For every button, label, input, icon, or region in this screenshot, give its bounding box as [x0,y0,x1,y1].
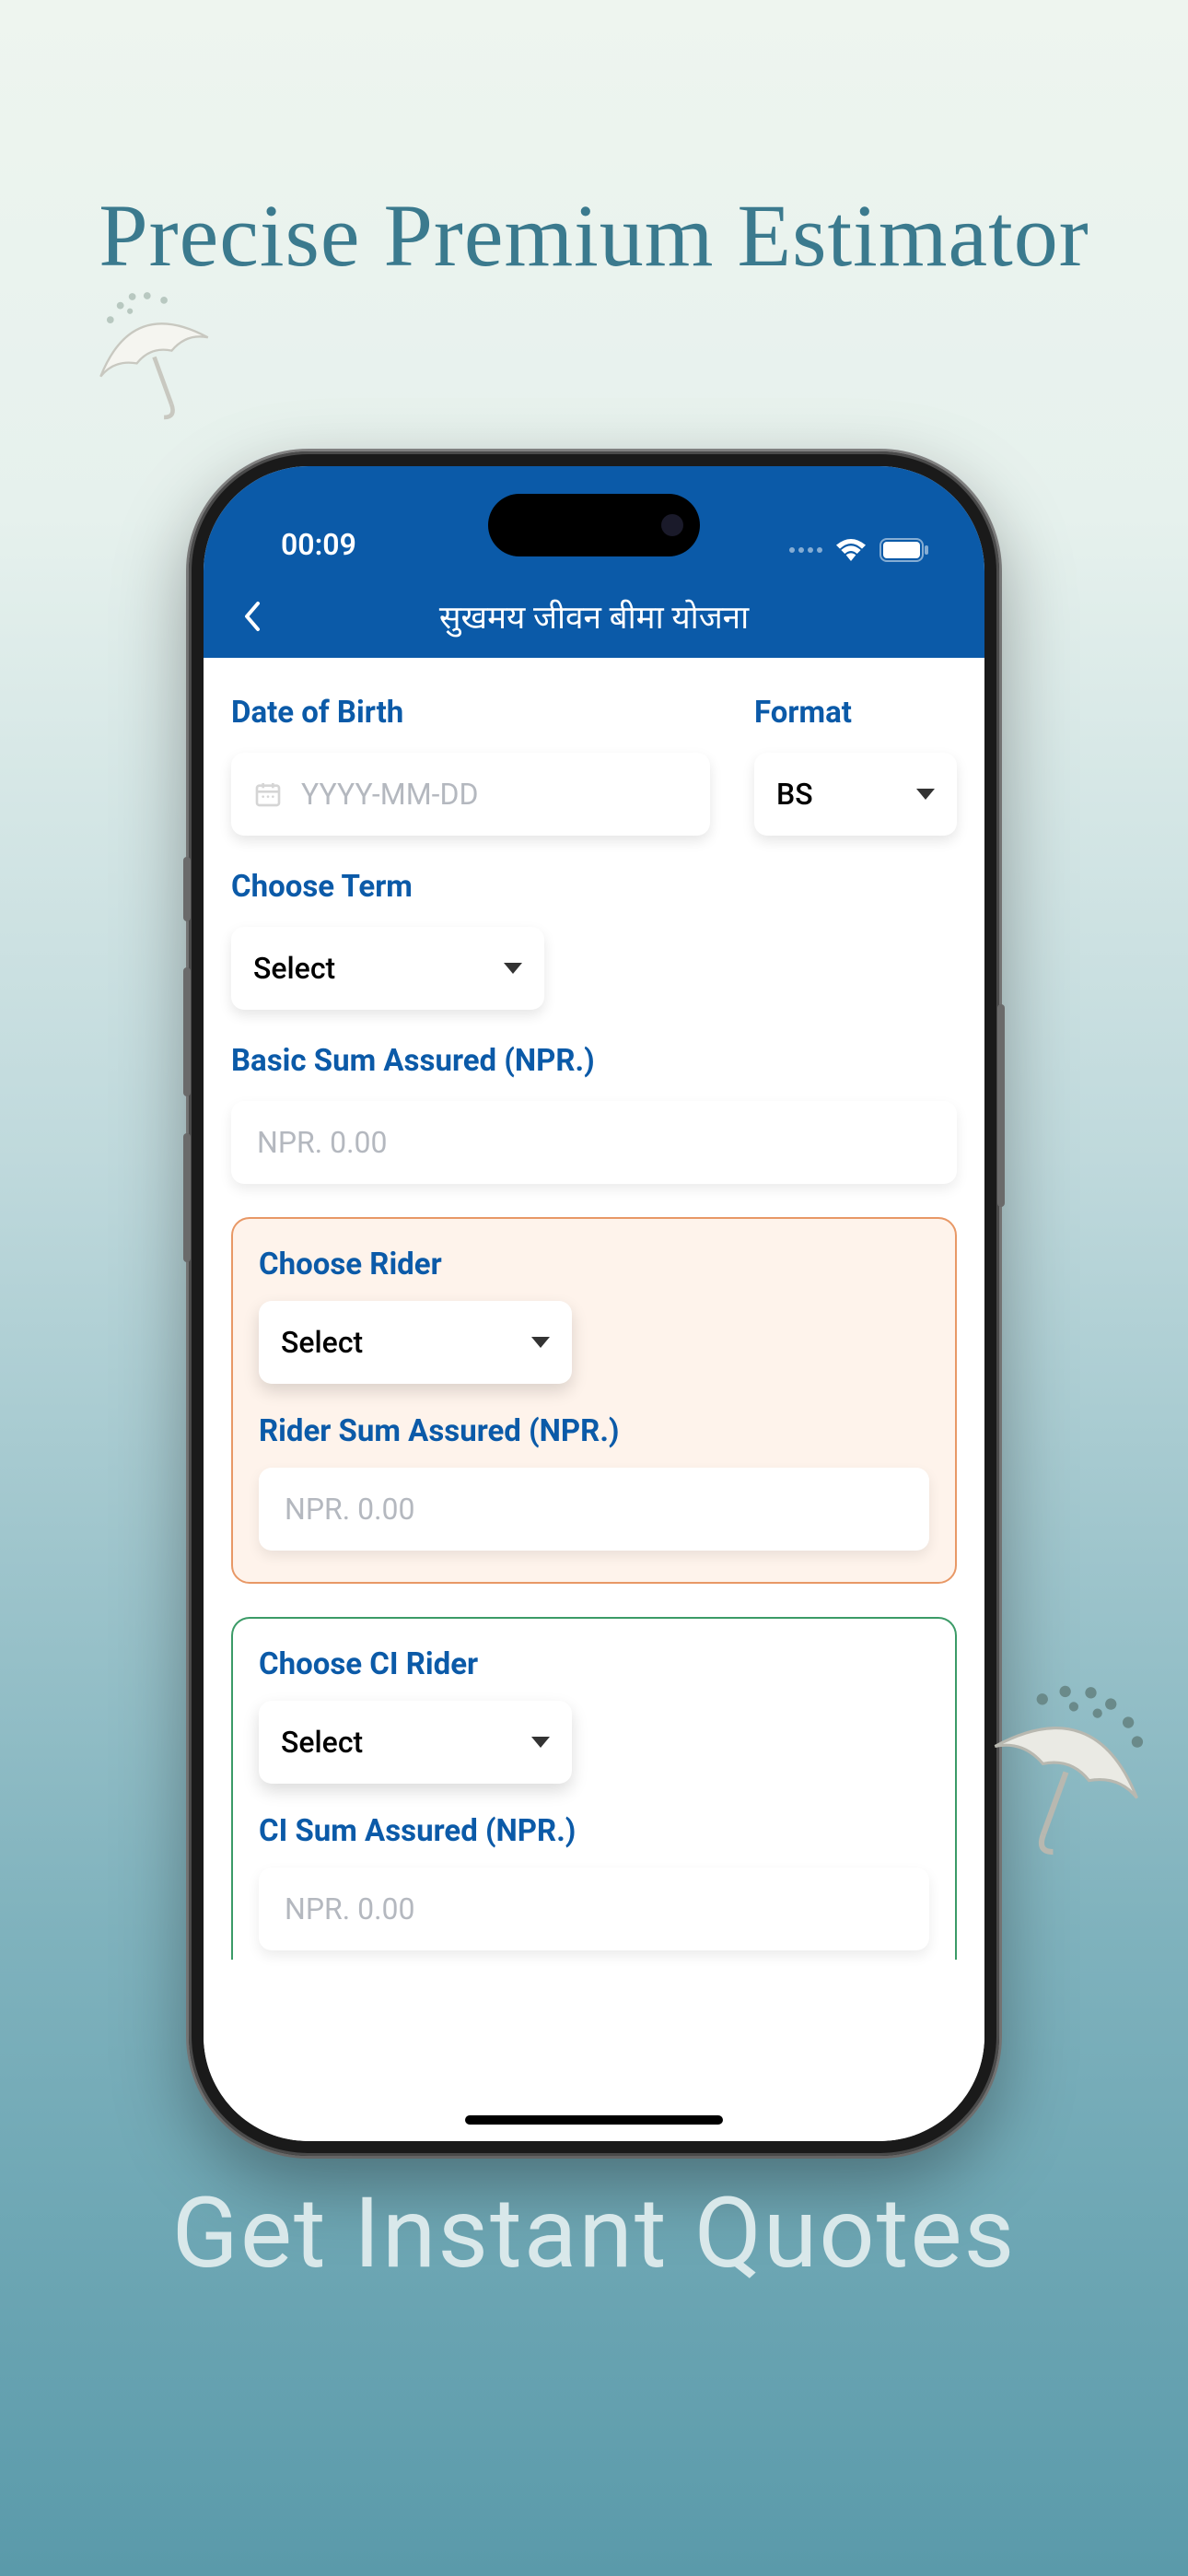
basic-sum-input[interactable]: NPR. 0.00 [231,1101,957,1184]
home-indicator[interactable] [465,2115,723,2125]
chevron-left-icon [241,600,262,633]
dynamic-island [488,494,700,556]
battery-icon [879,538,929,562]
chevron-down-icon [504,963,522,974]
marketing-footer: Get Instant Quotes [0,2176,1188,2290]
ci-sum-label: CI Sum Assured (NPR.) [259,1813,929,1849]
rider-select[interactable]: Select [259,1301,572,1384]
basic-sum-label: Basic Sum Assured (NPR.) [231,1043,957,1079]
rider-card: Choose Rider Select Rider Sum Assured (N… [231,1217,957,1584]
basic-sum-placeholder: NPR. 0.00 [257,1125,388,1160]
back-button[interactable] [231,596,272,637]
ci-sum-placeholder: NPR. 0.00 [285,1891,415,1926]
format-value: BS [776,777,813,812]
page-title: सुखमय जीवन बीमा योजना [439,595,749,638]
phone-side-button [183,1133,191,1262]
status-icons [789,538,935,562]
rider-value: Select [281,1325,363,1360]
nav-header: सुखमय जीवन बीमा योजना [204,575,984,658]
ci-rider-value: Select [281,1725,363,1760]
chevron-down-icon [531,1337,550,1348]
rider-label: Choose Rider [259,1247,929,1282]
phone-frame: 00:09 सुखमय [189,451,999,2156]
cellular-signal-icon [789,547,822,553]
umbrella-decoration-icon [63,265,246,449]
format-label: Format [754,695,957,731]
rider-sum-placeholder: NPR. 0.00 [285,1492,415,1527]
rider-sum-label: Rider Sum Assured (NPR.) [259,1413,929,1449]
dob-input[interactable]: YYYY-MM-DD [231,753,710,836]
phone-screen: 00:09 सुखमय [204,466,984,2141]
status-time: 00:09 [253,527,356,562]
chevron-down-icon [531,1737,550,1748]
phone-side-button [997,1004,1005,1207]
ci-rider-card: Choose CI Rider Select CI Sum Assured (N… [231,1617,957,1960]
term-label: Choose Term [231,869,957,905]
phone-side-button [183,967,191,1096]
ci-sum-input[interactable]: NPR. 0.00 [259,1868,929,1950]
ci-rider-label: Choose CI Rider [259,1646,929,1682]
term-value: Select [253,951,335,986]
form-content: Date of Birth YYYY-MM-DD Format [204,658,984,2141]
calendar-icon [253,779,283,809]
phone-side-button [183,857,191,921]
wifi-icon [835,539,867,561]
ci-rider-select[interactable]: Select [259,1701,572,1784]
dob-label: Date of Birth [231,695,710,731]
format-select[interactable]: BS [754,753,957,836]
chevron-down-icon [916,789,935,800]
term-select[interactable]: Select [231,927,544,1010]
rider-sum-input[interactable]: NPR. 0.00 [259,1468,929,1551]
dob-placeholder: YYYY-MM-DD [301,777,478,812]
